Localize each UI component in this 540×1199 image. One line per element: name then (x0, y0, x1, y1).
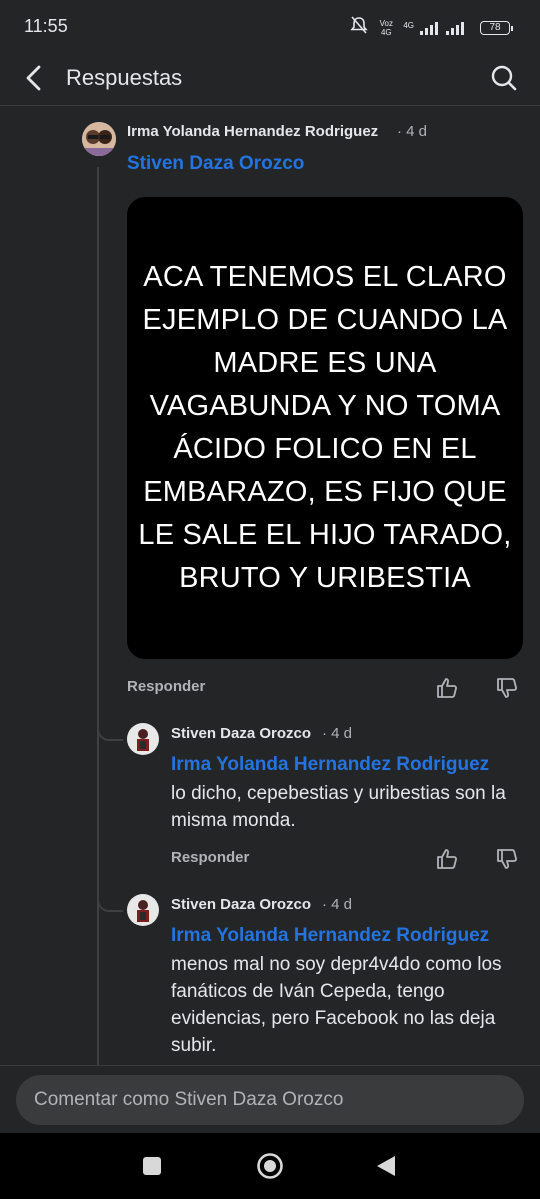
status-bar: 11:55 Voz 4G 4G 78 (0, 0, 540, 52)
like-button[interactable] (431, 672, 463, 704)
comment-input[interactable]: Comentar como Stiven Daza Orozco (16, 1075, 524, 1125)
dislike-button[interactable] (491, 672, 523, 704)
like-button[interactable] (431, 843, 463, 875)
avatar[interactable] (127, 723, 159, 755)
screen: 11:55 Voz 4G 4G 78 Respuestas Irma Yolan… (0, 0, 540, 1199)
thumbs-down-icon (497, 678, 517, 698)
back-nav-button[interactable] (370, 1150, 402, 1182)
chevron-left-icon (26, 65, 41, 91)
battery-icon: 78 (480, 20, 513, 35)
replies-thread[interactable]: Irma Yolanda Hernandez Rodriguez · 4 d S… (0, 107, 540, 1065)
comment-time[interactable]: · 4 d (322, 896, 352, 913)
back-triangle-icon (377, 1156, 395, 1176)
volte-label: Voz 4G (379, 18, 393, 37)
status-icons: Voz 4G 4G 78 (349, 16, 513, 39)
comment-time[interactable]: · 4 d (397, 123, 427, 140)
page-title: Respuestas (66, 65, 183, 90)
reply-connector (97, 898, 123, 912)
thumbs-up-icon (437, 678, 457, 698)
mention-link[interactable]: Stiven Daza Orozco (127, 153, 304, 175)
system-nav-bar (0, 1133, 540, 1199)
signal-icon: 4G (403, 21, 472, 35)
search-button[interactable] (488, 62, 520, 94)
mention-link[interactable]: Irma Yolanda Hernandez Rodriguez (171, 754, 489, 776)
home-button[interactable] (254, 1150, 286, 1182)
thumbs-up-icon (437, 849, 457, 869)
avatar[interactable] (82, 122, 116, 156)
home-circle-icon (257, 1153, 283, 1179)
comment-time[interactable]: · 4 d (322, 725, 352, 742)
reply-connector (97, 727, 123, 741)
mute-icon (349, 16, 369, 39)
comment-composer-bar: Comentar como Stiven Daza Orozco (0, 1065, 540, 1133)
recents-square-icon (143, 1157, 161, 1175)
comment-image[interactable]: ACA TENEMOS EL CLARO EJEMPLO DE CUANDO L… (127, 197, 523, 659)
comment-image-text: ACA TENEMOS EL CLARO EJEMPLO DE CUANDO L… (138, 261, 512, 594)
reply-button[interactable]: Responder (171, 849, 249, 866)
comment-author[interactable]: Stiven Daza Orozco (171, 725, 311, 742)
network-label: 4G (403, 20, 414, 30)
thumbs-down-icon (497, 849, 517, 869)
comment-author[interactable]: Stiven Daza Orozco (171, 896, 311, 913)
mention-link[interactable]: Irma Yolanda Hernandez Rodriguez (171, 925, 489, 947)
recents-button[interactable] (136, 1150, 168, 1182)
status-time: 11:55 (24, 15, 68, 36)
comment-author[interactable]: Irma Yolanda Hernandez Rodriguez (127, 123, 378, 140)
comment-text: lo dicho, cepebestias y uribestias son l… (171, 783, 506, 831)
reply-button[interactable]: Responder (127, 678, 205, 695)
search-icon (491, 65, 517, 91)
app-header: Respuestas (0, 52, 540, 106)
thread-line (97, 167, 99, 1065)
back-button[interactable] (18, 62, 50, 94)
avatar[interactable] (127, 894, 159, 926)
dislike-button[interactable] (491, 843, 523, 875)
battery-level: 78 (489, 22, 501, 33)
comment-text: menos mal no soy depr4v4do como los faná… (171, 954, 502, 1056)
